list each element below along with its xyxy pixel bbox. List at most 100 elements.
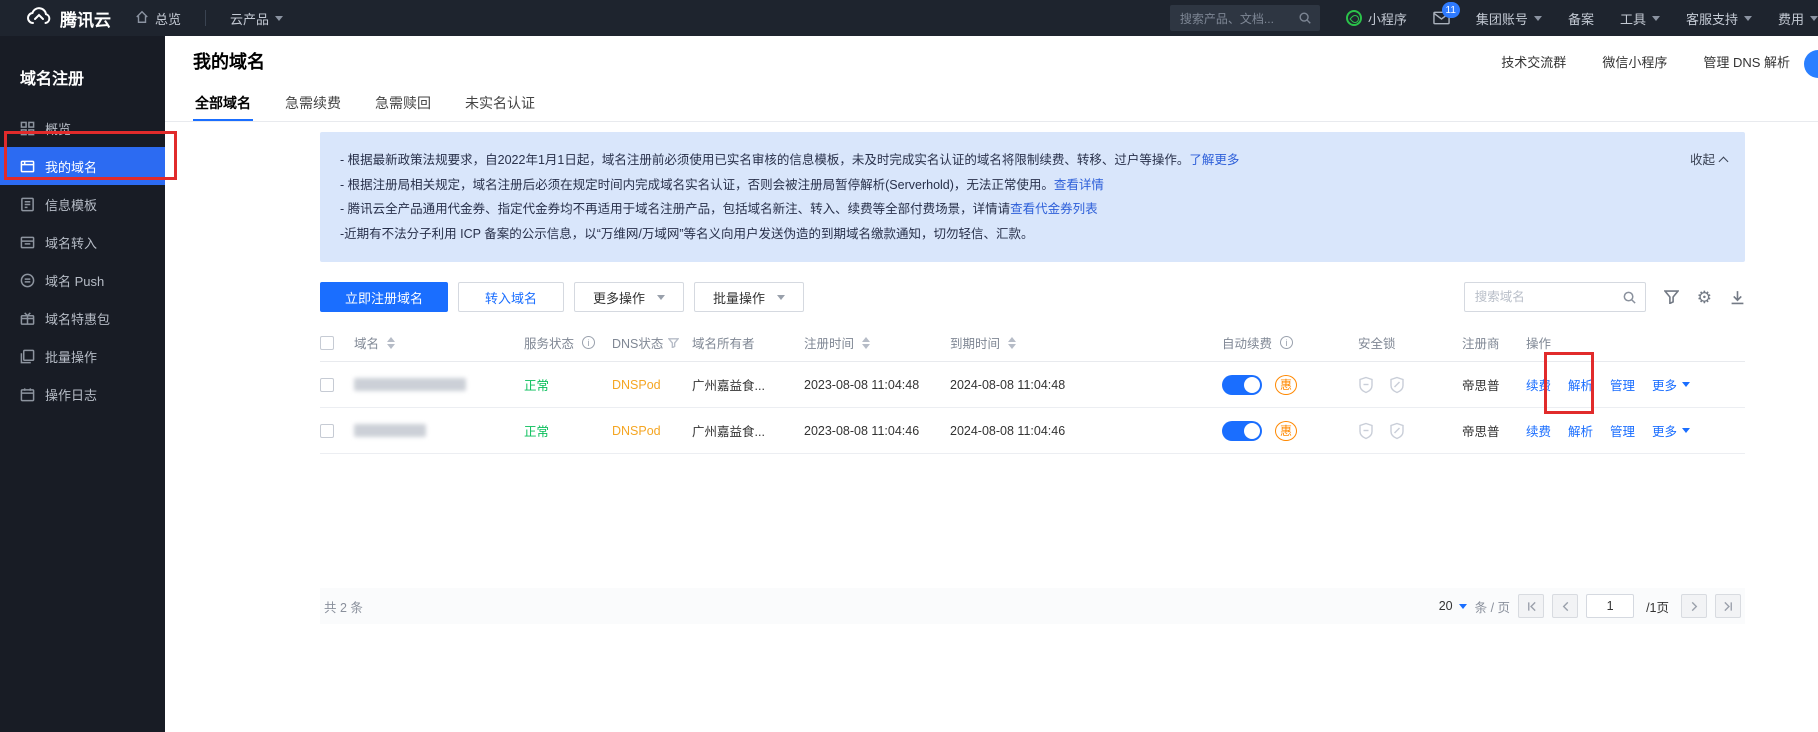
manage-link[interactable]: 管理 bbox=[1610, 421, 1635, 440]
gear-icon[interactable]: ⚙ bbox=[1697, 289, 1712, 306]
tencent-cloud-logo[interactable]: 腾讯云 bbox=[26, 6, 111, 31]
batch-actions-button[interactable]: 批量操作 bbox=[694, 282, 804, 312]
info-icon[interactable]: i bbox=[582, 336, 595, 349]
link-wechat-mini[interactable]: 微信小程序 bbox=[1602, 52, 1667, 71]
cloud-logo-icon bbox=[26, 6, 52, 31]
auto-renew-toggle[interactable] bbox=[1222, 421, 1262, 441]
more-link[interactable]: 更多 bbox=[1652, 421, 1690, 440]
chevron-down-icon bbox=[1810, 16, 1818, 25]
nav-cloud-products[interactable]: 云产品 bbox=[230, 9, 283, 28]
link-manage-dns[interactable]: 管理 DNS 解析 bbox=[1703, 52, 1790, 71]
registrar: 帝思普 bbox=[1462, 421, 1526, 440]
domain-table: 域名 服务状态 i DNS状态 域名所有者 注册时间 bbox=[320, 324, 1745, 624]
sort-icon[interactable] bbox=[387, 333, 395, 353]
more-actions-button[interactable]: 更多操作 bbox=[574, 282, 684, 312]
row-checkbox[interactable] bbox=[320, 378, 334, 392]
nav-messages[interactable]: 11 bbox=[1433, 11, 1450, 25]
message-count-badge: 11 bbox=[1442, 2, 1460, 18]
shield-icon[interactable] bbox=[1358, 422, 1374, 440]
floating-widget[interactable] bbox=[1804, 50, 1818, 78]
table-footer: 共 2 条 20 条 / 页 /1页 bbox=[320, 588, 1745, 624]
sidebar-item-op-logs[interactable]: 操作日志 bbox=[0, 375, 165, 413]
renew-link[interactable]: 续费 bbox=[1526, 375, 1551, 394]
search-icon[interactable] bbox=[1622, 290, 1637, 305]
sort-icon[interactable] bbox=[862, 333, 870, 353]
domain-redacted bbox=[354, 378, 466, 391]
nav-support[interactable]: 客服支持 bbox=[1686, 9, 1752, 28]
chevron-down-icon bbox=[1682, 428, 1690, 437]
shield-icon[interactable] bbox=[1358, 376, 1374, 394]
register-domain-button[interactable]: 立即注册域名 bbox=[320, 282, 448, 312]
nav-beian[interactable]: 备案 bbox=[1568, 9, 1594, 28]
nav-billing[interactable]: 费用 bbox=[1778, 9, 1818, 28]
topbar-search-input[interactable]: 搜索产品、文档... bbox=[1170, 5, 1320, 31]
manage-link[interactable]: 管理 bbox=[1610, 375, 1635, 394]
renew-link[interactable]: 续费 bbox=[1526, 421, 1551, 440]
first-page-button[interactable] bbox=[1518, 594, 1544, 618]
filter-icon[interactable] bbox=[1664, 290, 1679, 304]
sidebar-item-info-template[interactable]: 信息模板 bbox=[0, 185, 165, 223]
tab-redeem-soon[interactable]: 急需赎回 bbox=[373, 86, 433, 121]
notice-collapse-button[interactable]: 收起 bbox=[1690, 148, 1727, 173]
shield-lock-icon[interactable] bbox=[1389, 422, 1405, 440]
shield-lock-icon[interactable] bbox=[1389, 376, 1405, 394]
tab-unverified[interactable]: 未实名认证 bbox=[463, 86, 537, 121]
service-status: 正常 bbox=[524, 375, 612, 394]
next-page-button[interactable] bbox=[1681, 594, 1707, 618]
mini-program-icon bbox=[1346, 10, 1362, 26]
domain-owner: 广州嘉益食... bbox=[692, 421, 804, 440]
filter-icon[interactable] bbox=[668, 338, 679, 348]
link-tech-group[interactable]: 技术交流群 bbox=[1501, 52, 1566, 71]
sort-icon[interactable] bbox=[1008, 333, 1016, 353]
search-icon bbox=[1298, 11, 1312, 25]
select-all-checkbox[interactable] bbox=[320, 336, 334, 350]
tab-renew-soon[interactable]: 急需续费 bbox=[283, 86, 343, 121]
sidebar-title: 域名注册 bbox=[0, 36, 165, 109]
sidebar-item-domain-transfer[interactable]: 域名转入 bbox=[0, 223, 165, 261]
gift-icon bbox=[20, 311, 35, 326]
nav-mini-program[interactable]: 小程序 bbox=[1346, 9, 1407, 28]
nav-tools[interactable]: 工具 bbox=[1620, 9, 1660, 28]
nav-overview[interactable]: 总览 bbox=[135, 9, 181, 28]
chevron-down-icon bbox=[1534, 16, 1542, 25]
sidebar-item-domain-push[interactable]: 域名 Push bbox=[0, 261, 165, 299]
last-page-button[interactable] bbox=[1715, 594, 1741, 618]
auto-renew-toggle[interactable] bbox=[1222, 375, 1262, 395]
row-checkbox[interactable] bbox=[320, 424, 334, 438]
prev-page-button[interactable] bbox=[1552, 594, 1578, 618]
sidebar-item-overview[interactable]: 概览 bbox=[0, 109, 165, 147]
notice-link-details[interactable]: 查看详情 bbox=[1054, 178, 1104, 192]
domain-redacted bbox=[354, 424, 426, 437]
resolve-link[interactable]: 解析 bbox=[1568, 375, 1593, 394]
dns-status[interactable]: DNSPod bbox=[612, 378, 692, 392]
push-icon bbox=[20, 273, 35, 288]
topbar: 腾讯云 总览 云产品 搜索产品、文档... 小程序 bbox=[0, 0, 1818, 36]
notice-link-voucher-list[interactable]: 查看代金券列表 bbox=[1010, 202, 1098, 216]
resolve-link[interactable]: 解析 bbox=[1568, 421, 1593, 440]
total-count: 共 2 条 bbox=[324, 597, 363, 616]
chevron-down-icon bbox=[1459, 604, 1467, 613]
promo-badge: 惠 bbox=[1275, 421, 1297, 441]
page-size-select[interactable]: 20 bbox=[1439, 599, 1467, 613]
dns-status[interactable]: DNSPod bbox=[612, 424, 692, 438]
domain-search-input[interactable] bbox=[1475, 290, 1622, 304]
notice-banner: - 根据最新政策法规要求，自2022年1月1日起，域名注册前必须使用已实名审核的… bbox=[320, 132, 1745, 262]
transfer-in-button[interactable]: 转入域名 bbox=[458, 282, 564, 312]
sidebar-item-domain-package[interactable]: 域名特惠包 bbox=[0, 299, 165, 337]
notice-link-learn-more[interactable]: 了解更多 bbox=[1189, 153, 1239, 167]
grid-icon bbox=[20, 121, 35, 136]
sidebar-item-my-domains[interactable]: 我的域名 bbox=[0, 147, 165, 185]
nav-group-account[interactable]: 集团账号 bbox=[1476, 9, 1542, 28]
page-number-input[interactable] bbox=[1586, 594, 1634, 618]
tab-bar: 全部域名 急需续费 急需赎回 未实名认证 bbox=[165, 86, 1818, 122]
download-icon[interactable] bbox=[1730, 290, 1745, 305]
chevron-down-icon bbox=[1652, 16, 1660, 25]
page-title: 我的域名 bbox=[193, 48, 265, 74]
more-link[interactable]: 更多 bbox=[1652, 375, 1690, 394]
notice-line: -近期有不法分子利用 ICP 备案的公示信息，以“万维网/万域网”等名义向用户发… bbox=[340, 222, 1625, 247]
chevron-up-icon bbox=[1719, 157, 1729, 167]
info-icon[interactable]: i bbox=[1280, 336, 1293, 349]
sidebar-item-batch-ops[interactable]: 批量操作 bbox=[0, 337, 165, 375]
table-row: 正常 DNSPod 广州嘉益食... 2023-08-08 11:04:48 2… bbox=[320, 362, 1745, 408]
tab-all-domains[interactable]: 全部域名 bbox=[193, 86, 253, 121]
